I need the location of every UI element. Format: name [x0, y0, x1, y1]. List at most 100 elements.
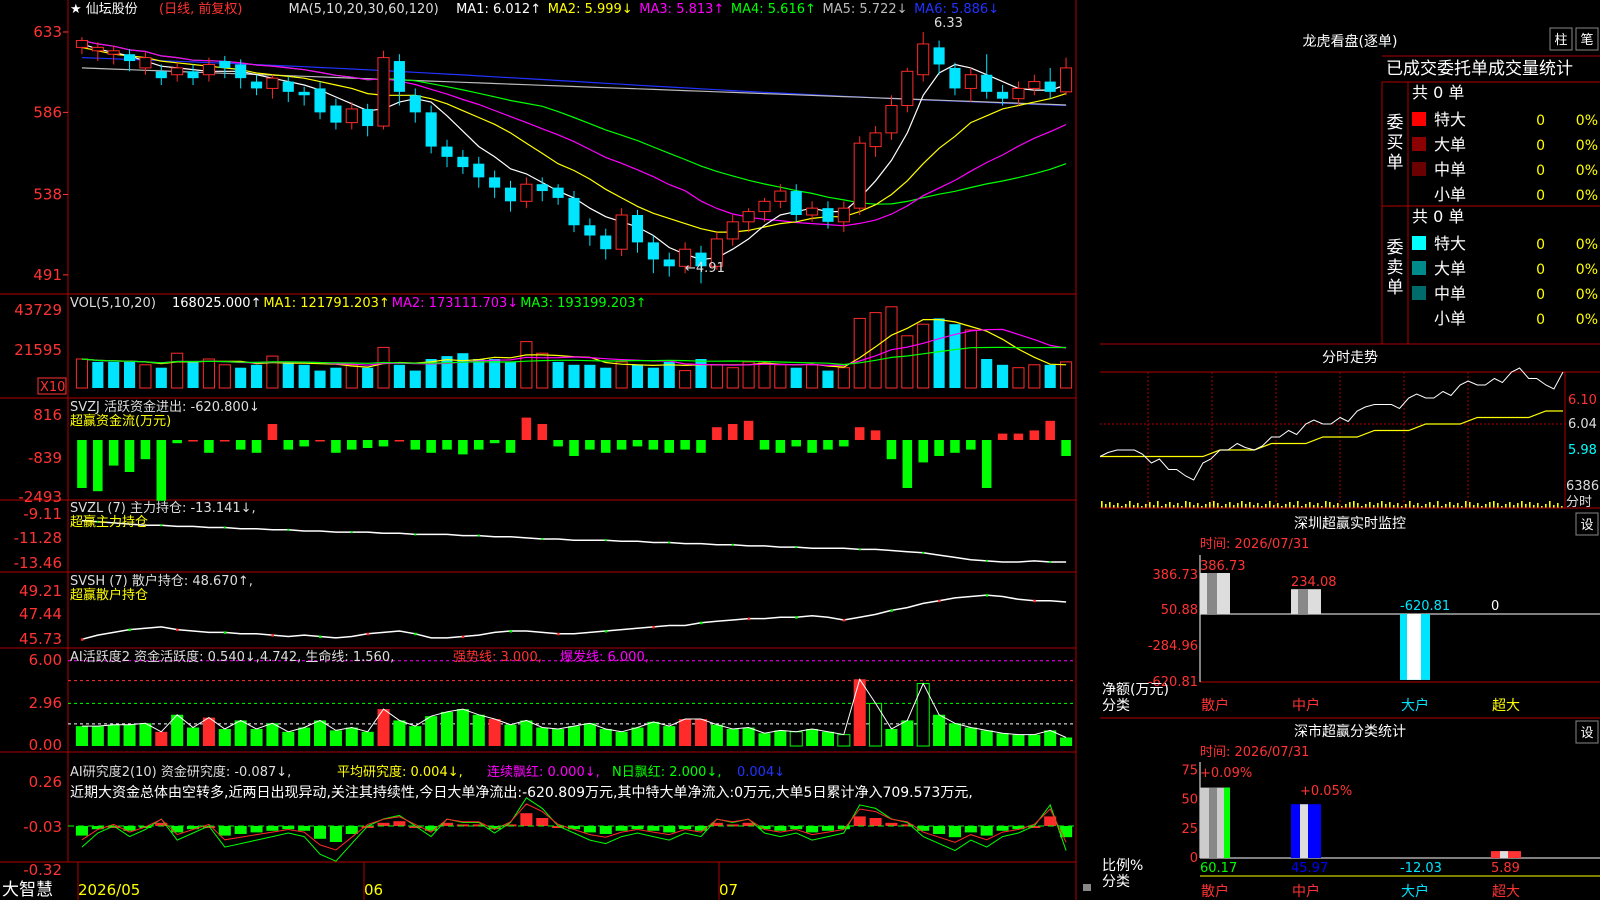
- svzj-bar: [966, 440, 976, 450]
- intraday-vol-bar: [1365, 504, 1367, 508]
- classify-val-0: 60.17: [1200, 861, 1237, 876]
- svsh-line: [81, 594, 1067, 641]
- intraday-vol-bar: [1249, 502, 1251, 508]
- svzj-header: SVZJ 活跃资金进出: -620.800↓: [70, 399, 260, 415]
- monitor-ytick-0: 386.73: [1153, 568, 1199, 583]
- svzl-dot: [350, 531, 353, 534]
- lhb-sell-name-2: 中单: [1434, 284, 1466, 303]
- ai-active-bar: [440, 711, 454, 746]
- vol-bar-up: [837, 367, 850, 389]
- ai-research-bar: [663, 826, 676, 833]
- svsh-dot: [509, 630, 513, 633]
- svzl-dot: [223, 526, 226, 529]
- ai-research-note: 近期大资金总体由空转多,近两日出现异动,关注其持续性,今日大单净流出:-620.…: [70, 784, 973, 801]
- ai-active-bar: [266, 723, 279, 746]
- svsh-dot: [461, 635, 465, 639]
- intraday-vol-bar: [1525, 504, 1527, 508]
- ai-active-bar: [393, 720, 406, 746]
- classify-cat-0: 散户: [1201, 883, 1229, 900]
- ai-active-bar: [504, 724, 517, 746]
- intraday-vol-bar: [1385, 504, 1387, 508]
- vol-ytick-1: 21595: [14, 341, 62, 359]
- ai-research-lianxu: 连续飘红: 0.000↓,: [487, 764, 600, 780]
- svzj-bar: [870, 430, 881, 440]
- ai-research-val: 0.004↓: [737, 765, 785, 780]
- ai-active-bar: [488, 719, 501, 746]
- ai-active-bar: [123, 724, 136, 746]
- candle-body-up: [1028, 81, 1041, 89]
- ai-active-bar: [933, 714, 946, 746]
- monitor-xlabel: 分类: [1102, 698, 1130, 714]
- svzj-bar: [1013, 433, 1024, 440]
- svzj-bar: [394, 440, 405, 442]
- vol-header-val-0: 168025.000↑: [172, 296, 261, 311]
- intraday-vol-bar: [1425, 504, 1427, 508]
- candle-body-down: [250, 81, 263, 89]
- candle-body-down: [822, 208, 834, 222]
- ai-research-bar: [933, 826, 946, 834]
- ai-active-bar: [964, 727, 977, 746]
- ai-research-bar: [218, 826, 231, 836]
- svzj-ytick-1: -839: [28, 449, 62, 467]
- svzj-bar: [283, 440, 294, 450]
- svzj-bar: [632, 440, 643, 447]
- svsh-dot: [319, 635, 322, 639]
- intraday-vol-bar: [1325, 501, 1327, 508]
- intraday-vol-bar: [1169, 502, 1171, 508]
- svzj-bar: [775, 440, 786, 453]
- candle-body-up: [726, 221, 739, 240]
- intraday-vol-bar: [1149, 502, 1151, 508]
- price-ytick-3: 491: [33, 266, 62, 284]
- svzj-bar: [600, 440, 611, 453]
- vol-header-val-2: MA2: 173111.703↓: [392, 296, 518, 311]
- intraday-vol-bar: [1357, 503, 1359, 508]
- svzj-bar: [664, 440, 674, 453]
- intraday-vol-bar: [1213, 501, 1215, 508]
- lhb-buy-swatch-1: [1412, 137, 1426, 151]
- intraday-vol-bar: [1405, 504, 1407, 508]
- ai-active-bar: [567, 726, 581, 746]
- intraday-vol-bar: [1493, 501, 1495, 508]
- svzj-bar: [743, 420, 754, 440]
- svzj-bar: [712, 427, 722, 440]
- svzl-dot: [731, 543, 734, 546]
- candle-body-down: [536, 184, 548, 192]
- svzj-bar: [267, 424, 278, 440]
- lhb-sell-side-char: 卖: [1387, 258, 1404, 278]
- intraday-vol-bar: [1549, 501, 1551, 508]
- lhb-buy-pct-1: 0%: [1576, 138, 1598, 154]
- vol-bar-down: [489, 359, 501, 388]
- svzj-bar: [950, 440, 960, 453]
- svzj-ytick-0: 816: [33, 406, 62, 424]
- ai-active-bar: [329, 730, 342, 746]
- vol-bar-up: [345, 364, 358, 389]
- intraday-vol-bar: [1545, 504, 1547, 508]
- ai-active-bar: [75, 726, 88, 746]
- intraday-vol-bar: [1285, 504, 1287, 508]
- ai-research-bar: [234, 826, 247, 834]
- svzj-bar: [458, 440, 468, 455]
- price-header-5: MA3: 5.813↑: [639, 2, 724, 17]
- price-ytick-0: 633: [33, 23, 62, 41]
- vol-bar-down: [235, 367, 247, 388]
- vol-bar-up: [869, 312, 882, 389]
- vol-bar-up: [1012, 367, 1025, 389]
- ai-active-bar: [774, 730, 787, 746]
- intraday-vol-bar: [1505, 504, 1507, 508]
- vol-bar-up: [218, 364, 231, 389]
- vol-bar-up: [679, 370, 692, 389]
- ai-active-bar: [107, 724, 120, 746]
- svzj-bar: [727, 424, 738, 440]
- brand-label: 大智慧: [2, 880, 53, 900]
- intraday-vol-bar: [1469, 502, 1471, 508]
- lhb-sell-pct-2: 0%: [1576, 287, 1598, 303]
- ai-active-bar: [806, 728, 819, 746]
- main-chart-area[interactable]: 633 586 538 491 6.33 ←4.91 ★ 仙坛股份 (日线, 前复权) MA(5…: [0, 0, 1100, 900]
- lhb-subtitle: 已成交委托单成交量统计: [1386, 59, 1573, 79]
- svzj-bar: [839, 440, 849, 447]
- intraday-vol-bar: [1489, 502, 1491, 508]
- svzj-bar: [537, 424, 548, 440]
- price-header-2: MA(5,10,20,30,60,120): [289, 2, 439, 17]
- lhb-buy-val-0: 0: [1536, 113, 1545, 129]
- vol-bar-up: [885, 306, 898, 389]
